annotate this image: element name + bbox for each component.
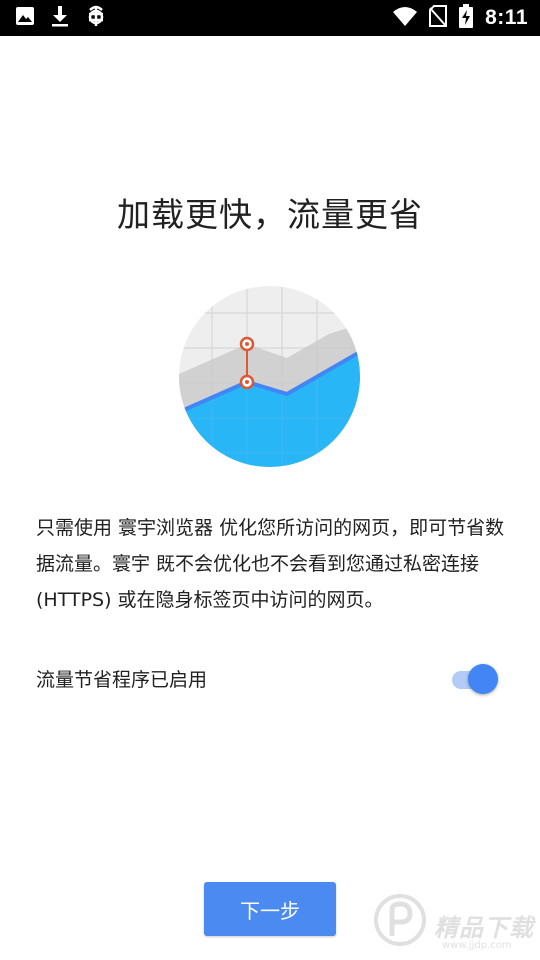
page-title: 加载更快，流量更省: [117, 195, 423, 234]
download-icon: [50, 5, 70, 31]
wifi-icon: [393, 6, 418, 30]
toggle-label: 流量节省程序已启用: [36, 669, 208, 691]
watermark-url: www.jjdp.com: [442, 940, 512, 951]
description-text: 只需使用 寰宇浏览器 优化您所访问的网页，即可节省数据流量。寰宇 既不会优化也不…: [36, 517, 505, 611]
data-saver-illustration: [179, 286, 360, 467]
no-sim-icon: [429, 5, 448, 31]
next-button[interactable]: 下一步: [204, 882, 336, 936]
status-time: 8:11: [485, 6, 528, 29]
watermark-text: 精品下载: [434, 914, 534, 942]
bug-icon: [84, 4, 108, 32]
battery-charging-icon: [459, 4, 474, 32]
switch-thumb: [468, 664, 498, 694]
image-icon: [14, 5, 36, 31]
data-saver-toggle-row[interactable]: 流量节省程序已启用: [36, 656, 504, 700]
system-icons: 8:11: [393, 0, 528, 36]
watermark-logo-icon: [374, 894, 426, 946]
watermark: 精品下载 www.jjdp.com: [372, 888, 540, 958]
notification-icons: [14, 0, 108, 36]
status-bar: 8:11: [0, 0, 540, 36]
data-saver-switch[interactable]: [450, 662, 500, 694]
